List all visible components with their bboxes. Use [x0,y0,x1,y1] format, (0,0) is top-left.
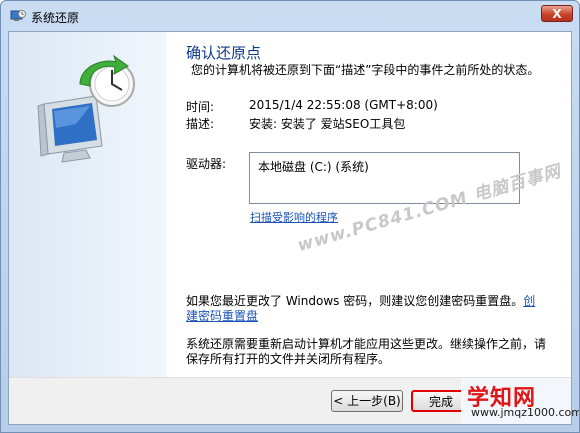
left-art-panel [9,32,167,378]
close-icon: X [552,7,562,21]
site-logo: 学知网 www.jmqz1000.com [461,378,579,424]
drive-list-item[interactable]: 本地磁盘 (C:) (系统) [258,158,369,175]
password-note: 如果您最近更改了 Windows 密码，则建议您创建密码重置盘。创建密码重置盘 [186,294,546,324]
restore-description: 您的计算机将被还原到下面“描述”字段中的事件之前所处的状态。 [191,63,540,77]
button-bar: < 上一步(B) 完成 学知网 www.jmqz1000.com [9,377,579,424]
confirm-content: 确认还原点 您的计算机将被还原到下面“描述”字段中的事件之前所处的状态。 时间:… [184,32,571,378]
title-bar[interactable]: 系统还原 X [1,1,579,31]
description-row: 描述: 安装: 安装了 爱站SEO工具包 [186,115,546,131]
back-button[interactable]: < 上一步(B) [331,390,403,412]
close-button[interactable]: X [541,5,573,22]
restart-note: 系统还原需要重新启动计算机才能应用这些更改。继续操作之前，请保存所有打开的文件并… [186,337,547,366]
system-restore-icon [10,10,26,21]
window-title: 系统还原 [31,11,80,25]
drive-label: 驱动器: [186,157,227,171]
time-row: 时间: 2015/1/4 22:55:08 (GMT+8:00) [186,98,546,114]
system-restore-window: 系统还原 X 确认还原点 您的计算机将被还原到下面“描述”字段中的事件之前所处的… [0,0,580,433]
computer-restore-illustration [37,54,135,163]
description-value: 安装: 安装了 爱站SEO工具包 [249,117,406,131]
password-note-text: 如果您最近更改了 Windows 密码，则建议您创建密码重置盘。 [186,294,524,308]
logo-url: www.jmqz1000.com [471,406,580,419]
time-label: 时间: [186,100,215,114]
description-label: 描述: [186,117,215,131]
page-title: 确认还原点 [186,44,262,62]
time-value: 2015/1/4 22:55:08 (GMT+8:00) [249,98,438,112]
dialog-client-area: 确认还原点 您的计算机将被还原到下面“描述”字段中的事件之前所处的状态。 时间:… [8,31,579,425]
